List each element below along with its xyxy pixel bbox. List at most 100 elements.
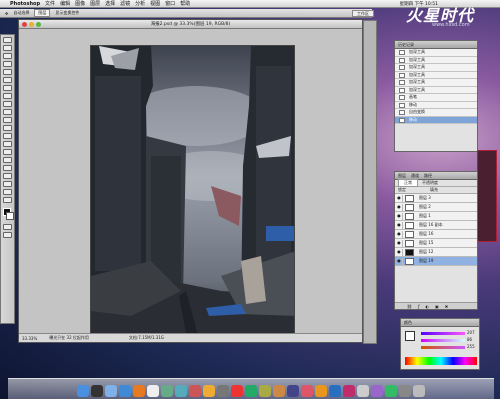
marquee-tool[interactable] [3,45,12,51]
history-step[interactable]: 画笔 [395,94,477,102]
app-icon[interactable] [301,385,313,397]
b-slider[interactable] [421,346,465,349]
safari-icon[interactable] [119,385,131,397]
history-step[interactable]: 加深工具 [395,56,477,64]
app-icon[interactable] [245,385,257,397]
mail-icon[interactable] [105,385,117,397]
menu-help[interactable]: 帮助 [180,0,190,7]
trash-icon[interactable]: ✖ [445,304,448,309]
r-value[interactable]: 207 [467,330,475,335]
tab-channels[interactable]: 通道 [411,173,419,179]
zoom-level[interactable]: 33.33% [22,336,37,341]
eye-icon[interactable]: ● [396,203,403,211]
path-select-tool[interactable] [3,157,12,163]
r-slider[interactable] [421,332,465,335]
tab-layers[interactable]: 图层 [398,173,406,179]
menu-filter[interactable]: 滤镜 [120,0,130,7]
indesign-icon[interactable] [343,385,355,397]
dodge-tool[interactable] [3,133,12,139]
eye-icon[interactable]: ● [396,221,403,229]
eye-icon[interactable]: ● [396,230,403,238]
tab-paths[interactable]: 路径 [424,173,432,179]
finder-icon[interactable] [77,385,89,397]
menu-select[interactable]: 选择 [105,0,115,7]
app-icon[interactable] [217,385,229,397]
screen-mode-button[interactable] [3,232,12,238]
menu-file[interactable]: 文件 [45,0,55,7]
show-transform-checkbox[interactable]: 显示变换控件 [55,10,79,16]
history-step-selected[interactable]: 移动 [395,116,477,124]
brush-tool[interactable] [3,93,12,99]
hand-tool[interactable] [3,189,12,195]
magic-wand-tool[interactable] [3,61,12,67]
shape-tool[interactable] [3,165,12,171]
auto-select-checkbox[interactable]: 自动选择 [13,10,29,16]
ical-icon[interactable] [147,385,159,397]
zoom-tool[interactable] [3,197,12,203]
firefox-icon[interactable] [133,385,145,397]
b-value[interactable]: 255 [467,344,475,349]
g-slider[interactable] [421,339,465,342]
color-panel-header[interactable]: 颜色 [401,319,479,327]
menu-view[interactable]: 视图 [150,0,160,7]
eraser-tool[interactable] [3,117,12,123]
history-step[interactable]: 加深工具 [395,64,477,72]
app-menu[interactable]: Photoshop [10,1,40,7]
background-color-swatch[interactable] [6,212,14,220]
app-icon[interactable] [231,385,243,397]
image-canvas[interactable] [90,45,295,338]
move-tool[interactable] [3,37,12,43]
history-step[interactable]: 自由变换 [395,109,477,117]
move-tool-icon[interactable]: ✥ [5,11,8,16]
history-step[interactable]: 移动 [395,101,477,109]
eye-icon[interactable]: ● [396,248,403,256]
trash-dock-icon[interactable] [413,385,425,397]
workspace-button[interactable]: 工作区 [352,10,374,17]
history-step[interactable]: 加深工具 [395,86,477,94]
quick-mask-button[interactable] [3,224,12,230]
new-layer-icon[interactable]: ▣ [435,304,439,309]
stamp-tool[interactable] [3,101,12,107]
type-tool[interactable] [3,149,12,155]
lasso-tool[interactable] [3,53,12,59]
layer-row[interactable]: ● 图层 3 [395,194,477,203]
history-step[interactable]: 加深工具 [395,71,477,79]
layer-row[interactable]: ● 图层 12 [395,248,477,257]
blend-mode-select[interactable]: 正常 [398,179,418,187]
eyedropper-tool[interactable] [3,181,12,187]
app-icon[interactable] [259,385,271,397]
app-icon[interactable] [357,385,369,397]
gradient-tool[interactable] [3,125,12,131]
photo-icon[interactable] [161,385,173,397]
layer-row[interactable]: ● 图层 15 [395,239,477,248]
pen-tool[interactable] [3,141,12,147]
menu-analysis[interactable]: 分析 [135,0,145,7]
minimize-button[interactable] [29,22,34,27]
app-icon[interactable] [189,385,201,397]
dashboard-icon[interactable] [91,385,103,397]
layer-row[interactable]: ● 图层 1 [395,212,477,221]
app-icon[interactable] [273,385,285,397]
menu-edit[interactable]: 编辑 [60,0,70,7]
history-step[interactable]: 加深工具 [395,79,477,87]
menu-image[interactable]: 图像 [75,0,85,7]
g-value[interactable]: 86 [467,337,472,342]
photoshop-icon[interactable] [329,385,341,397]
close-button[interactable] [22,22,27,27]
mask-icon[interactable]: ◐ [426,304,430,309]
app-icon[interactable] [203,385,215,397]
eye-icon[interactable]: ● [396,194,403,202]
itunes-icon[interactable] [175,385,187,397]
menu-layer[interactable]: 图层 [90,0,100,7]
history-panel-header[interactable]: 历史记录 [395,41,477,49]
app-icon[interactable] [399,385,411,397]
app-icon[interactable] [287,385,299,397]
layer-row-selected[interactable]: ● 图层 19 [395,257,477,266]
eye-icon[interactable]: ● [396,212,403,220]
app-icon[interactable] [371,385,383,397]
layer-row[interactable]: ● 图层 16 [395,230,477,239]
crop-tool[interactable] [3,69,12,75]
eye-icon[interactable]: ● [396,257,403,265]
zoom-button[interactable] [36,22,41,27]
auto-select-dropdown[interactable]: 图层 [34,9,51,17]
